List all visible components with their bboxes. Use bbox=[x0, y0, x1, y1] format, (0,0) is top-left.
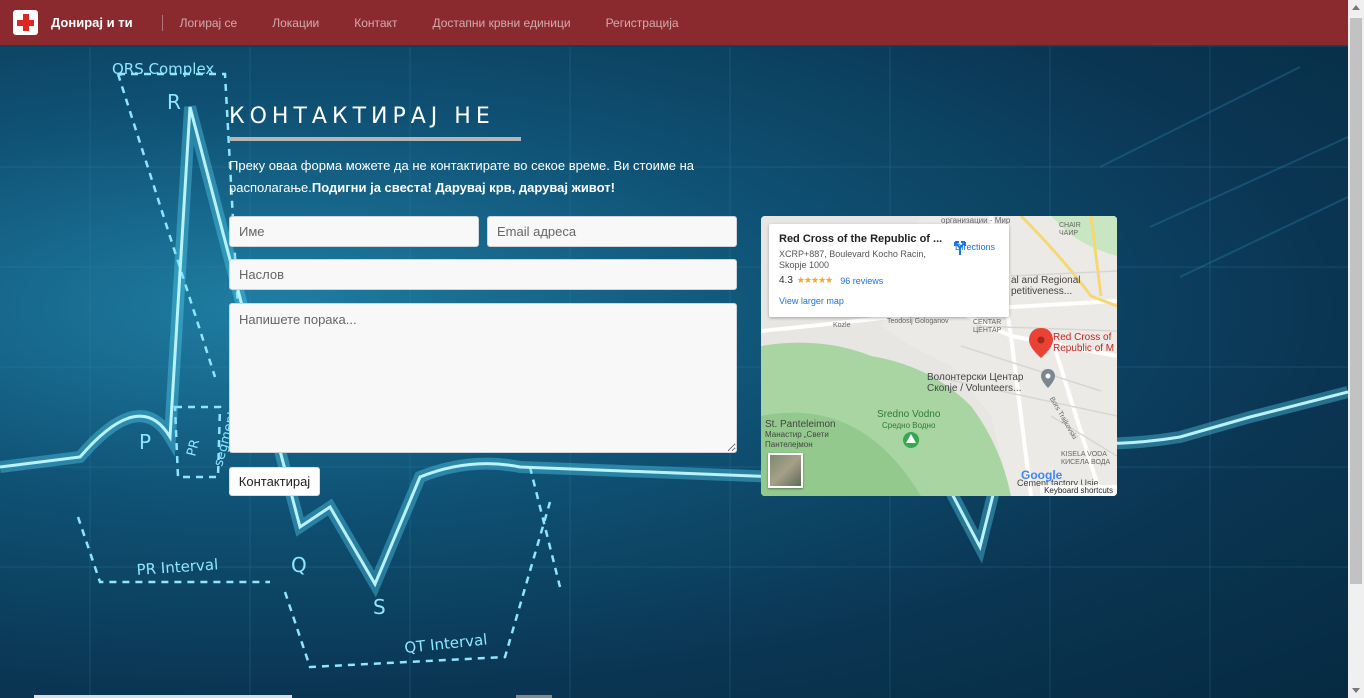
map-rating: 4.3 bbox=[779, 275, 793, 286]
view-larger-map-link[interactable]: View larger map bbox=[779, 296, 999, 306]
kozle-label: Kozle bbox=[833, 322, 851, 329]
r-label: R bbox=[167, 90, 181, 114]
kisela-voda-label-1: KISELA VODA bbox=[1061, 451, 1107, 458]
qt-interval-label: QT Interval bbox=[404, 630, 489, 657]
centar-label-2: ЦЕНТАР bbox=[973, 327, 1002, 334]
directions-button[interactable]: Directions bbox=[952, 240, 998, 255]
nav-link-login[interactable]: Логирај се bbox=[180, 16, 238, 30]
chair-label-2: ЧАИР bbox=[1059, 230, 1079, 237]
keyboard-shortcuts-link[interactable]: Keyboard shortcuts bbox=[1040, 485, 1117, 496]
google-map-embed[interactable]: Red Cross of Republic of M Волонтерски Ц… bbox=[761, 216, 1117, 496]
nav-link-locations[interactable]: Локации bbox=[272, 16, 319, 30]
pin-label-line-2: Republic of M bbox=[1053, 343, 1115, 354]
message-textarea[interactable] bbox=[229, 303, 737, 453]
scrollbar-thumb[interactable] bbox=[1350, 18, 1362, 584]
red-cross-logo-icon[interactable] bbox=[13, 10, 38, 35]
nav-link-contact[interactable]: Контакт bbox=[354, 16, 397, 30]
centar-label-1: CENTAR bbox=[973, 319, 1002, 326]
nav-link-blood-units[interactable]: Достапни крвни единици bbox=[432, 16, 570, 30]
directions-icon bbox=[954, 241, 966, 255]
email-input[interactable] bbox=[487, 216, 737, 247]
panteleimon-label-1: St. Panteleimon bbox=[765, 419, 836, 430]
map-place-card: Red Cross of the Republic of ... XCRP+88… bbox=[769, 224, 1009, 317]
sredno-vodno-label-1: Sredno Vodno bbox=[877, 409, 941, 420]
kisela-voda-label-2: КИСЕЛА ВОДА bbox=[1061, 459, 1111, 466]
map-rating-row: 4.3 ★★★★★ 96 reviews bbox=[779, 275, 999, 286]
brand-link[interactable]: Донирај и ти bbox=[51, 14, 163, 31]
scroll-up-icon[interactable] bbox=[1352, 5, 1360, 10]
regional-label-1: al and Regional bbox=[1011, 275, 1081, 286]
navbar: Донирај и ти Логирај се Локации Контакт … bbox=[0, 0, 1348, 46]
q-label: Q bbox=[291, 553, 307, 577]
contact-submit-button[interactable]: Контактирај bbox=[229, 467, 320, 496]
pin-label-line-1: Red Cross of bbox=[1053, 332, 1112, 343]
map-reviews-link[interactable]: 96 reviews bbox=[840, 276, 883, 286]
s-label: S bbox=[373, 595, 386, 619]
satellite-toggle-button[interactable] bbox=[768, 453, 803, 488]
sredno-vodno-label-2: Средно Водно bbox=[881, 421, 936, 430]
pr-segment-label-1: PR bbox=[184, 438, 203, 458]
panteleimon-label-3: Пантелејмон bbox=[765, 440, 813, 449]
volunteer-label-2: Скопје / Volunteers... bbox=[927, 383, 1022, 394]
map-place-address: XCRP+887, Boulevard Kocho Racin, Skopje … bbox=[779, 249, 926, 270]
pr-interval-label: PR Interval bbox=[136, 555, 219, 579]
intro-slogan: Подигни ја свеста! Дарувај крв, дарувај … bbox=[311, 180, 615, 195]
p-label: P bbox=[139, 430, 151, 454]
teodosij-label: Teodosij Gologanov bbox=[887, 318, 949, 325]
google-logo-text: Google bbox=[1021, 468, 1063, 482]
title-underline bbox=[229, 137, 521, 141]
panteleimon-label-2: Манастир „Свети bbox=[765, 430, 829, 439]
name-input[interactable] bbox=[229, 216, 479, 247]
regional-label-2: petitiveness... bbox=[1011, 286, 1073, 297]
contact-title: КОНТАКТИРАЈ НЕ bbox=[229, 104, 495, 129]
star-rating-icon: ★★★★★ bbox=[796, 275, 833, 285]
page-scrollbar[interactable] bbox=[1348, 0, 1364, 698]
nav-link-register[interactable]: Регистрација bbox=[606, 16, 679, 30]
chair-label-1: CHAIR bbox=[1059, 222, 1081, 229]
volunteer-label-1: Волонтерски Центар bbox=[927, 372, 1024, 383]
scroll-down-icon[interactable] bbox=[1352, 688, 1360, 693]
subject-input[interactable] bbox=[229, 259, 737, 290]
google-logo: Google bbox=[1021, 468, 1062, 482]
contact-intro: Преку оваа форма можете да не контактира… bbox=[229, 155, 699, 199]
qrs-complex-label: QRS Complex bbox=[112, 60, 214, 78]
